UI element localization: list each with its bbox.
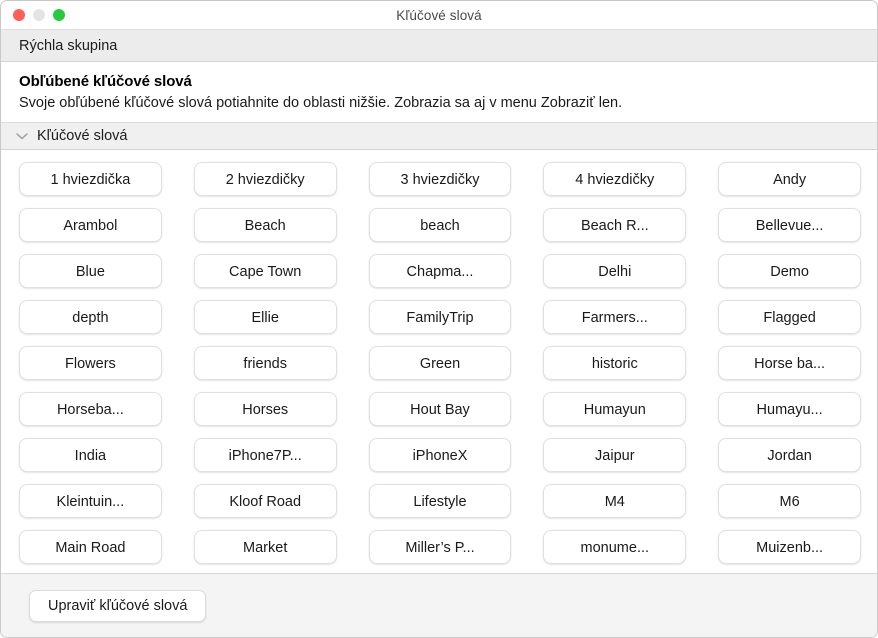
keyword-button[interactable]: M4 [543, 484, 687, 518]
keyword-button[interactable]: iPhoneX [368, 438, 512, 472]
keyword-button[interactable]: Farmers... [543, 300, 687, 334]
keyword-button[interactable]: Demo [718, 254, 861, 288]
keyword-button[interactable]: Flowers [19, 346, 162, 380]
window-titlebar: Kľúčové slová [1, 1, 877, 30]
keyword-button[interactable]: India [19, 438, 162, 472]
keyword-button[interactable]: Hout Bay [368, 392, 512, 426]
keyword-button[interactable]: Beach R... [543, 208, 687, 242]
keyword-button[interactable]: Muizenb... [718, 530, 861, 564]
keyword-button[interactable]: Kleintuin... [19, 484, 162, 518]
keyword-button[interactable]: Kloof Road [193, 484, 337, 518]
keyword-button[interactable]: 3 hviezdičky [368, 162, 512, 196]
keyword-button[interactable]: Humayun [543, 392, 687, 426]
favourites-title: Obľúbené kľúčové slová [19, 73, 192, 90]
keyword-button[interactable]: iPhone7P... [193, 438, 337, 472]
window-footer: Upraviť kľúčové slová [1, 573, 877, 637]
close-window-button[interactable] [13, 9, 25, 21]
keywords-window: Kľúčové slová Rýchla skupina Obľúbené kľ… [0, 0, 878, 638]
keyword-button[interactable]: depth [19, 300, 162, 334]
keyword-button[interactable]: historic [543, 346, 687, 380]
keyword-button[interactable]: Cape Town [193, 254, 337, 288]
favourites-description: Svoje obľúbené kľúčové slová potiahnite … [19, 95, 623, 111]
window-title: Kľúčové slová [396, 7, 482, 23]
keywords-section-header[interactable]: Kľúčové slová [1, 122, 877, 150]
edit-keywords-button[interactable]: Upraviť kľúčové slová [29, 589, 207, 622]
keyword-button[interactable]: Ellie [193, 300, 337, 334]
keyword-button[interactable]: Humayu... [718, 392, 861, 426]
keyword-button[interactable]: Main Road [19, 530, 162, 564]
keyword-button[interactable]: Chapma... [368, 254, 512, 288]
quick-group-bar: Rýchla skupina [1, 30, 877, 62]
keyword-button[interactable]: 4 hviezdičky [543, 162, 687, 196]
keyword-button[interactable]: Flagged [718, 300, 861, 334]
keyword-button[interactable]: Miller’s P... [368, 530, 512, 564]
keywords-grid-area: 1 hviezdička 2 hviezdičky 3 hviezdičky 4 hv… [1, 150, 877, 569]
keyword-button[interactable]: Andy [718, 162, 861, 196]
zoom-window-button[interactable] [53, 9, 65, 21]
keywords-grid: 1 hviezdička 2 hviezdičky 3 hviezdičky 4 hv… [19, 162, 861, 564]
keyword-button[interactable]: Jordan [718, 438, 861, 472]
keyword-button[interactable]: Bellevue... [718, 208, 861, 242]
keyword-button[interactable]: beach [368, 208, 512, 242]
keyword-button[interactable]: Market [193, 530, 337, 564]
keyword-button[interactable]: 2 hviezdičky [193, 162, 337, 196]
keyword-button[interactable]: Beach [193, 208, 337, 242]
keyword-button[interactable]: Delhi [543, 254, 687, 288]
keyword-button[interactable]: Blue [19, 254, 162, 288]
minimize-window-button[interactable] [33, 9, 45, 21]
keyword-button[interactable]: Horse ba... [718, 346, 861, 380]
keyword-button[interactable]: Lifestyle [368, 484, 512, 518]
keyword-button[interactable]: Horseba... [19, 392, 162, 426]
keyword-button[interactable]: Horses [193, 392, 337, 426]
keyword-button[interactable]: FamilyTrip [368, 300, 512, 334]
keywords-section-label: Kľúčové slová [37, 128, 128, 144]
quick-group-label: Rýchla skupina [19, 37, 118, 54]
keyword-button[interactable]: Jaipur [543, 438, 687, 472]
keyword-button[interactable]: 1 hviezdička [19, 162, 162, 196]
keyword-button[interactable]: friends [193, 346, 337, 380]
traffic-light-group [13, 1, 65, 29]
keyword-button[interactable]: Green [368, 346, 512, 380]
keyword-button[interactable]: Arambol [19, 208, 162, 242]
keyword-button[interactable]: M6 [718, 484, 861, 518]
keyword-button[interactable]: monume... [543, 530, 687, 564]
favourites-header: Obľúbené kľúčové slová Svoje obľúbené kľ… [1, 62, 877, 122]
chevron-down-icon[interactable] [15, 129, 29, 143]
